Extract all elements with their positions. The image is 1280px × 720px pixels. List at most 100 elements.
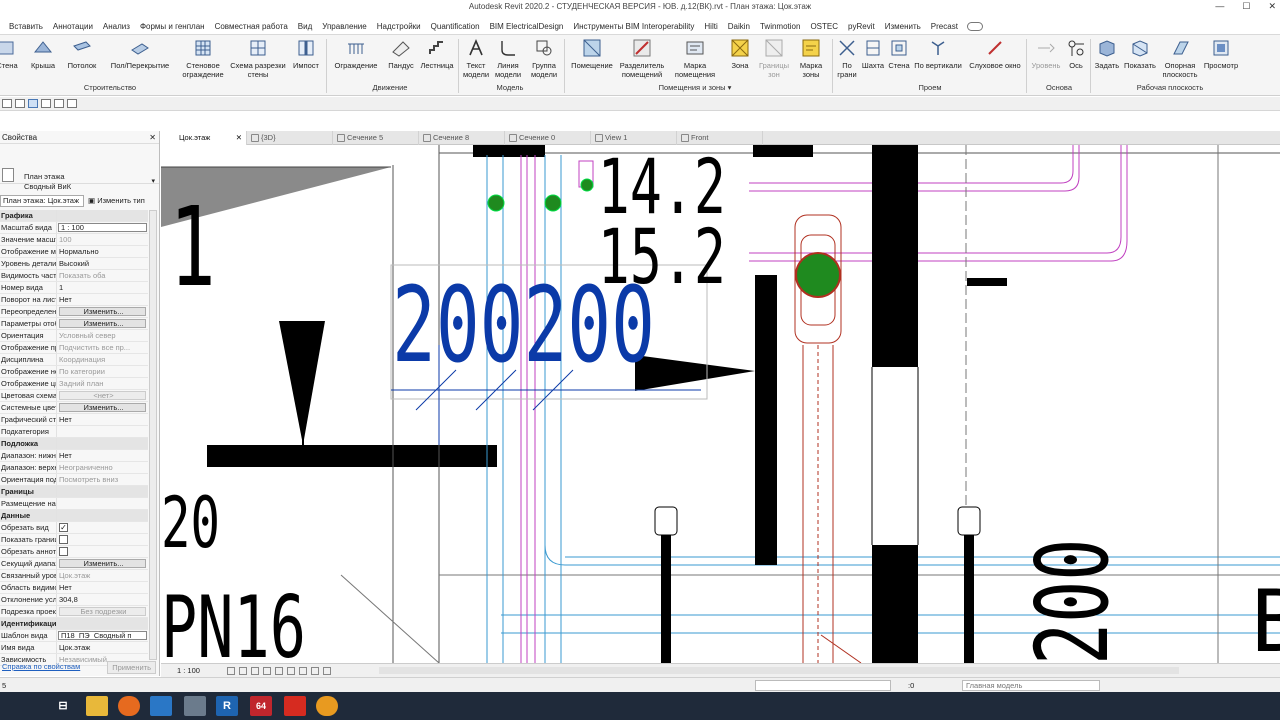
tab-view-3d[interactable]: {3D} <box>247 131 333 145</box>
tab-nadstroiki[interactable]: Надстройки <box>372 22 426 31</box>
railing-button[interactable]: Ограждение <box>330 38 382 70</box>
mullion-button[interactable]: Импост <box>288 38 324 70</box>
area-boundary-button[interactable]: Границы зон <box>756 38 792 79</box>
ref-plane-button[interactable]: Опорная плоскость <box>1158 38 1202 79</box>
acrobat-icon[interactable] <box>284 696 306 716</box>
property-section[interactable]: Данные <box>0 510 148 522</box>
temp-hide-icon[interactable] <box>299 667 307 675</box>
ramp-button[interactable]: Пандус <box>384 38 418 70</box>
tab-twinmotion[interactable]: Twinmotion <box>755 22 805 31</box>
curtain-system-button[interactable]: Стеновое ограждение <box>180 38 226 79</box>
room-button[interactable]: Помещение <box>568 38 616 70</box>
model-group-button[interactable]: Группа модели <box>526 38 562 79</box>
tab-annotacii[interactable]: Аннотации <box>48 22 98 31</box>
property-checkbox[interactable] <box>59 535 68 544</box>
dormer-button[interactable]: Слуховое окно <box>966 38 1024 70</box>
sun-path-icon[interactable] <box>251 667 259 675</box>
property-section[interactable]: Подложка <box>0 438 148 450</box>
maximize-icon[interactable]: ☐ <box>1242 0 1250 13</box>
design-option-select[interactable]: Главная модель <box>962 680 1100 691</box>
instance-filter-select[interactable]: План этажа: Цок.этаж <box>0 195 84 207</box>
model-line-button[interactable]: Линия модели <box>492 38 524 79</box>
vertical-opening-button[interactable]: По вертикали <box>912 38 964 70</box>
crop-view-icon[interactable] <box>275 667 283 675</box>
app-64-icon[interactable]: 64 <box>250 696 272 716</box>
qt-tool-5-icon[interactable] <box>54 99 64 108</box>
model-text-button[interactable]: Текст модели <box>460 38 492 79</box>
edit-button[interactable]: Изменить... <box>59 403 146 412</box>
app-icon[interactable] <box>184 696 206 716</box>
floor-button[interactable]: Пол/Перекрытие <box>104 38 176 70</box>
edit-button[interactable]: Изменить... <box>59 559 146 568</box>
monitor-app-icon[interactable] <box>150 696 172 716</box>
property-section[interactable]: Графика <box>0 210 148 222</box>
properties-scrollbar[interactable] <box>149 210 157 660</box>
area-tag-button[interactable]: Марка зоны <box>794 38 828 79</box>
tab-bim-interop[interactable]: Инструменты BIM Interoperability <box>568 22 699 31</box>
tab-precast[interactable]: Precast <box>926 22 963 31</box>
tab-sovmestnaya[interactable]: Совместная работа <box>210 22 293 31</box>
firefox-icon[interactable] <box>118 696 140 716</box>
property-section[interactable]: Идентификация <box>0 618 148 630</box>
edit-button[interactable]: Изменить... <box>59 307 146 316</box>
visual-style-icon[interactable] <box>239 667 247 675</box>
tab-upravlenie[interactable]: Управление <box>317 22 371 31</box>
roof-button[interactable]: Крыша <box>26 38 60 70</box>
tab-ostec[interactable]: OSTEC <box>805 22 843 31</box>
edit-type-button[interactable]: ▣ Изменить тип <box>88 194 145 208</box>
minimize-icon[interactable]: — <box>1215 0 1224 13</box>
room-separator-button[interactable]: Разделитель помещений <box>616 38 668 79</box>
tab-view-basement[interactable]: Цок.этаж ✕ <box>161 131 247 145</box>
apply-button[interactable]: Применить <box>107 661 156 674</box>
property-value[interactable]: П18_ПЭ_Сводный п <box>58 631 147 640</box>
set-workplane-button[interactable]: Задать <box>1092 38 1122 70</box>
tab-view-section-0[interactable]: Сечение 0 <box>505 131 591 145</box>
tab-view-section-5[interactable]: Сечение 5 <box>333 131 419 145</box>
viewer-button[interactable]: Просмотр <box>1200 38 1242 70</box>
tab-view-front[interactable]: Front <box>677 131 763 145</box>
tab-vid[interactable]: Вид <box>293 22 317 31</box>
property-section[interactable]: Границы <box>0 486 148 498</box>
tab-pyrevit[interactable]: pyRevit <box>843 22 880 31</box>
qt-tool-1-icon[interactable] <box>2 99 12 108</box>
shadows-icon[interactable] <box>263 667 271 675</box>
workset-select[interactable] <box>755 680 891 691</box>
ribbon-options-icon[interactable] <box>966 21 983 31</box>
qt-tool-3-icon[interactable] <box>28 99 38 108</box>
tab-izmenit[interactable]: Изменить <box>880 22 926 31</box>
qt-tool-6-icon[interactable] <box>67 99 77 108</box>
tab-vstavit[interactable]: Вставить <box>4 22 48 31</box>
group-label-room-area[interactable]: Помещения и зоны ▾ <box>640 83 750 92</box>
by-face-button[interactable]: По грани <box>834 38 860 79</box>
task-view-icon[interactable]: ⊟ <box>52 696 74 716</box>
tab-hilti[interactable]: Hilti <box>699 22 722 31</box>
floor-plan[interactable]: 1 14.2 15.2 200200 20 PN16 200 B <box>161 145 1280 663</box>
file-explorer-icon[interactable] <box>86 696 108 716</box>
tab-bim-electrical[interactable]: BIM ElectricalDesign <box>485 22 569 31</box>
wall-button[interactable]: Стена <box>0 38 20 70</box>
tab-formy[interactable]: Формы и генплан <box>135 22 210 31</box>
tab-quantification[interactable]: Quantification <box>426 22 485 31</box>
property-value[interactable]: 1 : 100 <box>58 223 147 232</box>
wall-opening-button[interactable]: Стена <box>886 38 912 70</box>
tab-view-view1[interactable]: View 1 <box>591 131 677 145</box>
google-icon[interactable] <box>316 696 338 716</box>
qt-tool-2-icon[interactable] <box>15 99 25 108</box>
tab-view-section-8[interactable]: Сечение 8 <box>419 131 505 145</box>
curtain-grid-button[interactable]: Схема разрезки стены <box>228 38 288 79</box>
close-icon[interactable]: ✕ <box>236 131 242 145</box>
shaft-button[interactable]: Шахта <box>860 38 886 70</box>
grid-button[interactable]: Ось <box>1064 38 1088 70</box>
ceiling-button[interactable]: Потолок <box>64 38 100 70</box>
close-icon[interactable]: ✕ <box>149 131 156 144</box>
qt-tool-4-icon[interactable] <box>41 99 51 108</box>
tab-analiz[interactable]: Анализ <box>98 22 135 31</box>
property-checkbox[interactable]: ✓ <box>59 523 68 532</box>
reveal-hidden-icon[interactable] <box>311 667 319 675</box>
show-crop-icon[interactable] <box>287 667 295 675</box>
property-checkbox[interactable] <box>59 547 68 556</box>
horizontal-scrollbar[interactable] <box>379 667 1179 674</box>
properties-help-link[interactable]: Справка по свойствам <box>0 662 80 671</box>
edit-button[interactable]: Изменить... <box>59 319 146 328</box>
show-workplane-button[interactable]: Показать <box>1122 38 1158 70</box>
